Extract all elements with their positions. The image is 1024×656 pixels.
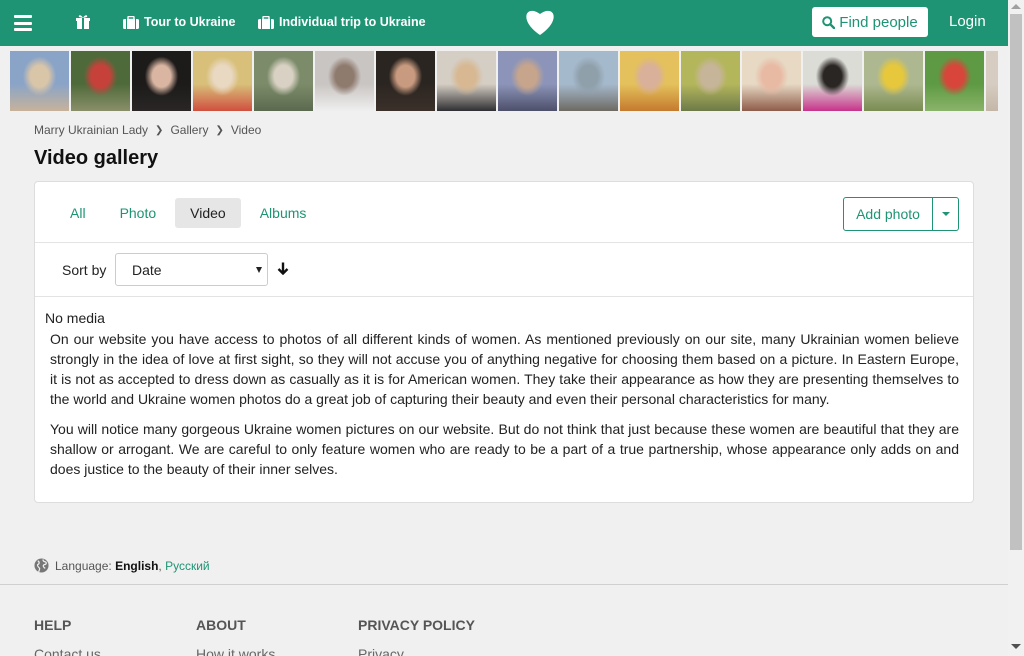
language-russian-link[interactable]: Русский bbox=[165, 559, 210, 573]
description-paragraph: On our website you have access to photos… bbox=[50, 331, 959, 407]
divider bbox=[35, 296, 973, 297]
caret-down-icon bbox=[941, 212, 950, 216]
profile-photo-4[interactable] bbox=[193, 51, 252, 111]
sort-select-value: Date bbox=[132, 261, 162, 278]
footer-how-it-works-link[interactable]: How it works bbox=[196, 646, 275, 656]
login-link[interactable]: Login bbox=[949, 13, 986, 30]
footer-help-heading: HELP bbox=[34, 617, 72, 633]
language-selector: Language: English, Русский bbox=[34, 558, 210, 573]
profile-photo-11[interactable] bbox=[620, 51, 679, 111]
page-title: Video gallery bbox=[34, 147, 159, 169]
tour-to-ukraine-link[interactable]: Tour to Ukraine bbox=[123, 15, 235, 29]
breadcrumb-home-link[interactable]: Marry Ukrainian Lady bbox=[34, 123, 148, 137]
chevron-right-icon: ❯ bbox=[215, 124, 224, 136]
profile-photo-14[interactable] bbox=[803, 51, 862, 111]
briefcase-icon bbox=[258, 15, 274, 29]
breadcrumb-current: Video bbox=[230, 123, 262, 137]
gallery-tabs: All Photo Video Albums bbox=[55, 198, 325, 228]
profile-photo-15[interactable] bbox=[864, 51, 923, 111]
tab-all[interactable]: All bbox=[55, 198, 101, 228]
profile-photo-strip bbox=[10, 51, 998, 111]
top-navbar: Tour to Ukraine Individual trip to Ukrai… bbox=[0, 0, 1008, 46]
add-photo-split-button: Add photo bbox=[843, 197, 959, 231]
tour-to-ukraine-label: Tour to Ukraine bbox=[144, 15, 236, 29]
add-photo-dropdown-toggle[interactable] bbox=[933, 197, 959, 231]
profile-photo-6[interactable] bbox=[315, 51, 374, 111]
search-icon bbox=[822, 15, 836, 29]
profile-photo-16[interactable] bbox=[925, 51, 984, 111]
sort-by-label: Sort by bbox=[62, 262, 107, 278]
scroll-up-arrow-icon[interactable] bbox=[1011, 4, 1021, 9]
tab-video[interactable]: Video bbox=[175, 198, 241, 228]
individual-trip-label: Individual trip to Ukraine bbox=[279, 15, 426, 29]
select-arrow-icon bbox=[256, 267, 262, 273]
language-english-link[interactable]: English bbox=[115, 559, 158, 573]
profile-photo-2[interactable] bbox=[71, 51, 130, 111]
profile-photo-9[interactable] bbox=[498, 51, 557, 111]
footer-contact-link[interactable]: Contact us bbox=[34, 646, 101, 656]
description-paragraph: You will notice many gorgeous Ukraine wo… bbox=[50, 421, 959, 477]
find-people-label: Find people bbox=[839, 13, 918, 31]
breadcrumb: Marry Ukrainian Lady ❯ Gallery ❯ Video bbox=[34, 123, 261, 137]
add-photo-button[interactable]: Add photo bbox=[843, 197, 933, 231]
chevron-right-icon: ❯ bbox=[155, 124, 164, 136]
footer-divider bbox=[0, 584, 1008, 585]
profile-photo-8[interactable] bbox=[437, 51, 496, 111]
language-label: Language: bbox=[55, 558, 112, 573]
tab-photo[interactable]: Photo bbox=[105, 198, 172, 228]
globe-icon bbox=[34, 558, 49, 573]
profile-photo-5[interactable] bbox=[254, 51, 313, 111]
profile-photo-13[interactable] bbox=[742, 51, 801, 111]
profile-photo-10[interactable] bbox=[559, 51, 618, 111]
footer-privacy-heading: PRIVACY POLICY bbox=[358, 617, 475, 633]
profile-photo-3[interactable] bbox=[132, 51, 191, 111]
gallery-description: On our website you have access to photos… bbox=[50, 329, 959, 489]
breadcrumb-gallery-link[interactable]: Gallery bbox=[170, 123, 208, 137]
sort-select[interactable]: Date bbox=[115, 253, 268, 286]
scroll-down-arrow-icon[interactable] bbox=[1011, 644, 1021, 649]
profile-photo-7[interactable] bbox=[376, 51, 435, 111]
gift-icon[interactable] bbox=[75, 14, 91, 30]
language-separator: , bbox=[158, 558, 162, 573]
scrollbar-thumb[interactable] bbox=[1010, 14, 1022, 550]
profile-photo-12[interactable] bbox=[681, 51, 740, 111]
gallery-card: All Photo Video Albums Add photo Sort by… bbox=[34, 181, 974, 503]
footer-privacy-link[interactable]: Privacy bbox=[358, 646, 404, 656]
menu-icon[interactable] bbox=[14, 15, 32, 31]
footer-about-heading: ABOUT bbox=[196, 617, 246, 633]
arrow-down-icon[interactable] bbox=[277, 262, 289, 275]
individual-trip-link[interactable]: Individual trip to Ukraine bbox=[258, 15, 426, 29]
no-media-message: No media bbox=[45, 310, 105, 326]
tab-albums[interactable]: Albums bbox=[245, 198, 322, 228]
profile-photo-17[interactable] bbox=[986, 51, 998, 111]
heart-logo-icon[interactable] bbox=[524, 8, 556, 36]
divider bbox=[35, 242, 973, 243]
profile-photo-1[interactable] bbox=[10, 51, 69, 111]
find-people-button[interactable]: Find people bbox=[812, 7, 928, 37]
briefcase-icon bbox=[123, 15, 139, 29]
